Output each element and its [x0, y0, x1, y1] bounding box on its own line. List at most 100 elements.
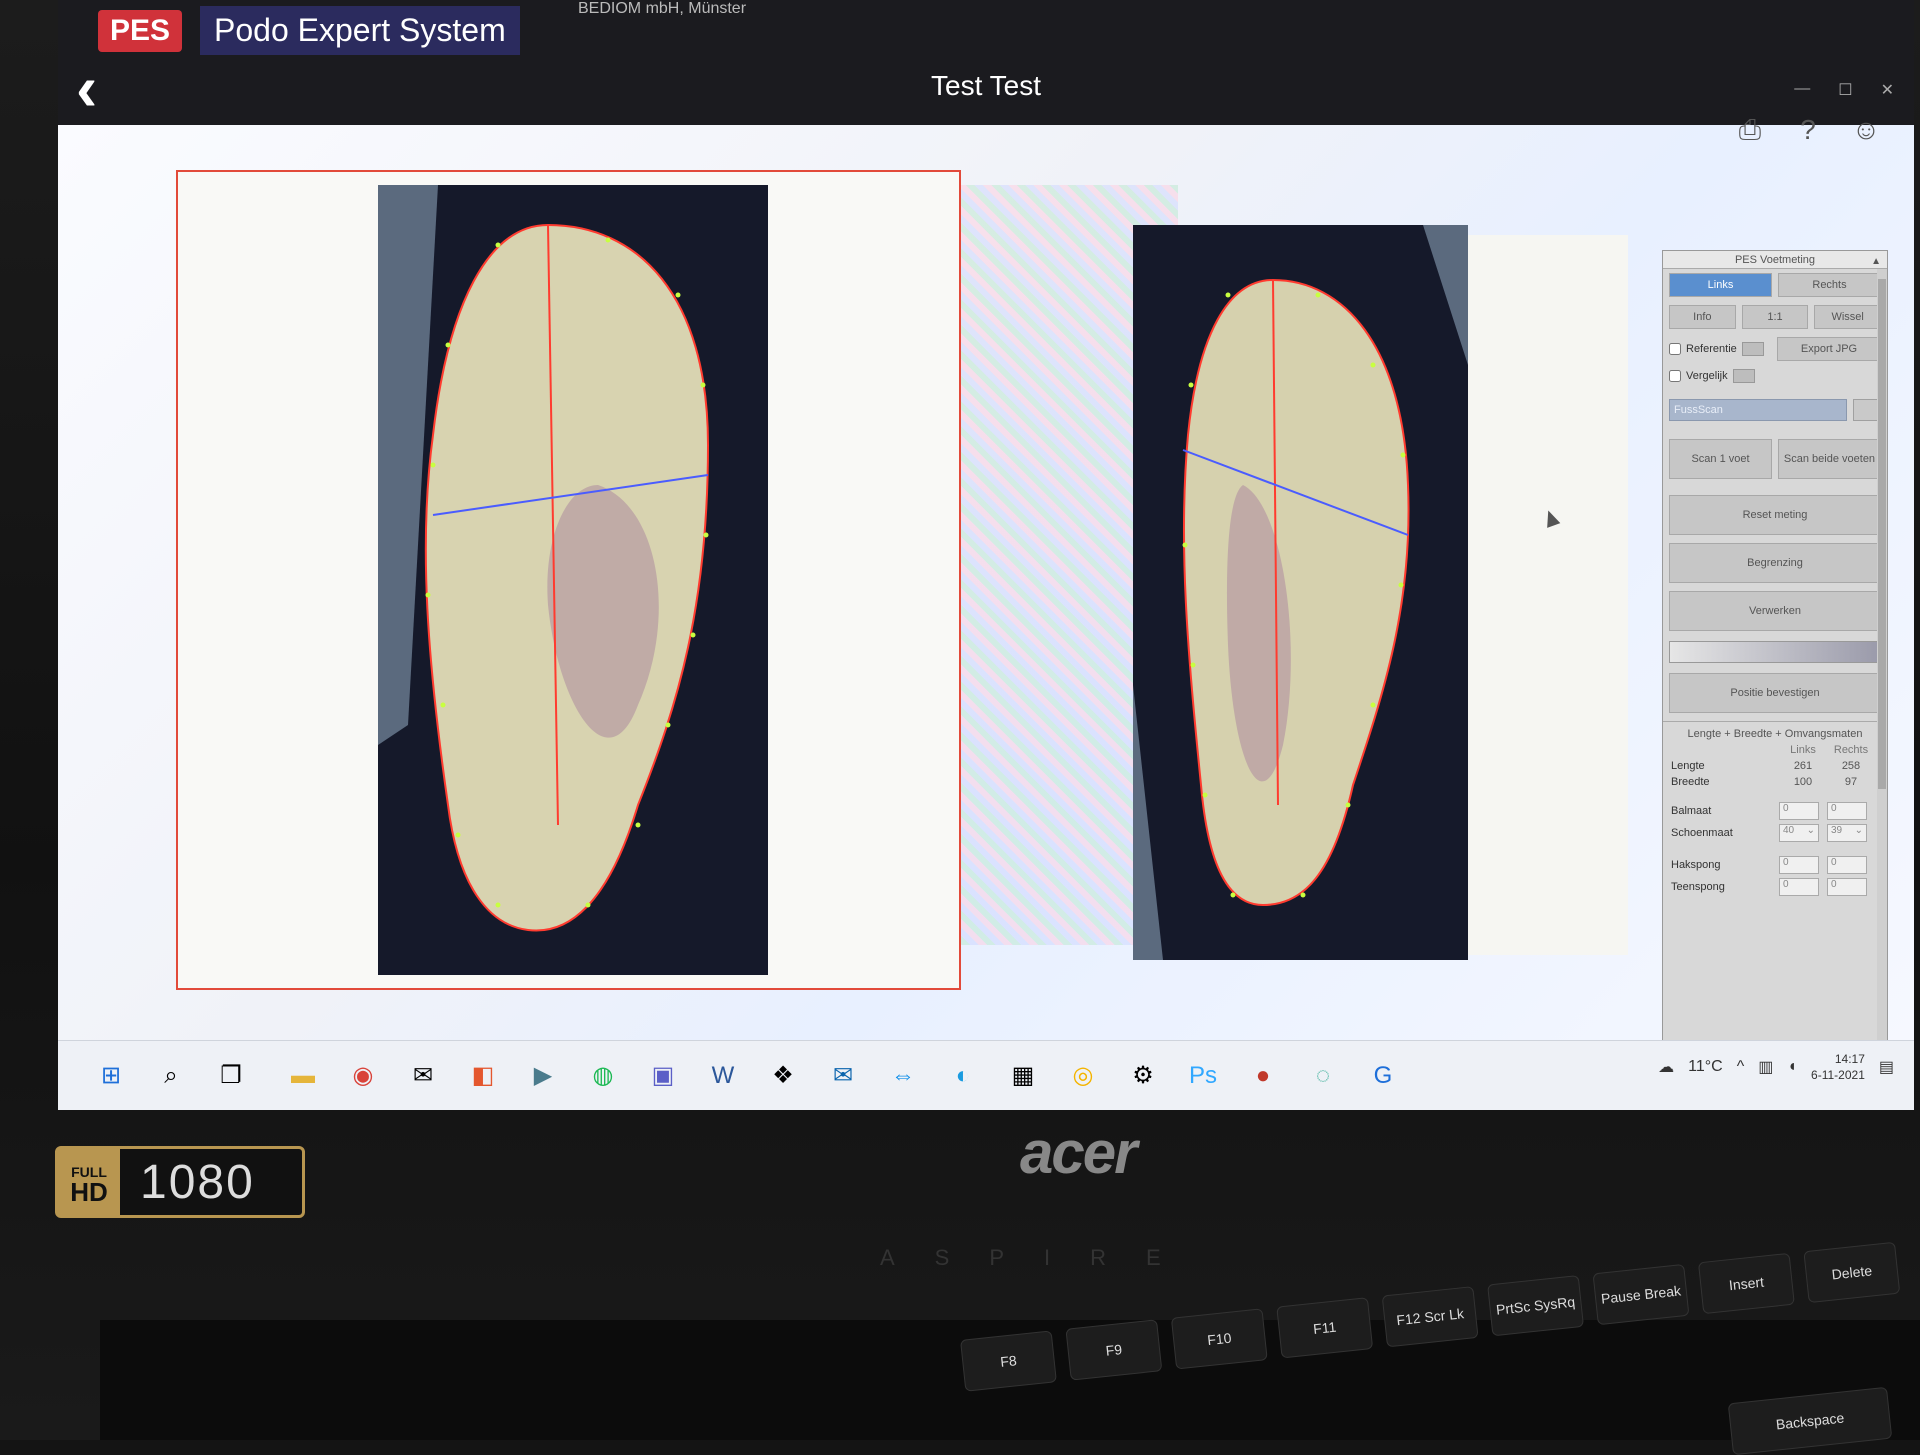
file-explorer-icon[interactable]: ▬	[284, 1057, 322, 1095]
col-links: Links	[1790, 744, 1816, 756]
measurements-header: Links Rechts	[1663, 742, 1887, 758]
chevron-down-icon: ⌄	[1806, 825, 1815, 836]
globe-app-icon[interactable]: ◌	[1304, 1057, 1342, 1095]
patient-title: Test Test	[931, 70, 1041, 101]
word-icon[interactable]: W	[704, 1057, 742, 1095]
referentie-checkbox[interactable]: Referentie	[1669, 337, 1771, 361]
dropbox-icon[interactable]: ❖	[764, 1057, 802, 1095]
tray-chevron-icon[interactable]: ^	[1737, 1058, 1745, 1076]
progress-bar	[1669, 641, 1881, 663]
panel-title: PES Voetmeting ▲	[1663, 251, 1887, 269]
mail-app-icon[interactable]: ✉	[404, 1057, 442, 1095]
scale-button[interactable]: 1:1	[1741, 305, 1809, 329]
teamviewer-icon[interactable]: ⇔	[884, 1057, 922, 1095]
close-icon[interactable]: ✕	[1881, 80, 1894, 100]
verwerken-button[interactable]: Verwerken	[1669, 591, 1881, 631]
screen: PES Podo Expert System BEDIOM mbH, Münst…	[58, 0, 1914, 1110]
maximize-icon[interactable]: ☐	[1838, 80, 1852, 100]
vergelijk-color[interactable]	[1732, 369, 1755, 383]
scan-one-foot-button[interactable]: Scan 1 voet	[1669, 439, 1772, 479]
key-prtsc: PrtSc SysRq	[1487, 1274, 1585, 1337]
lengte-left-value: 261	[1793, 760, 1813, 772]
vergelijk-check[interactable]	[1669, 370, 1681, 382]
windows-start-icon[interactable]: ⊞	[92, 1057, 130, 1095]
hakspong-left-input[interactable]: 0	[1779, 856, 1819, 874]
resolution-text: 1080	[140, 1155, 255, 1209]
measurement-row-breedte: Breedte 100 97	[1663, 774, 1887, 790]
schoenmaat-left-select[interactable]: 40 ⌄	[1779, 824, 1819, 842]
key-f10: F10	[1170, 1308, 1268, 1370]
begrenzing-button[interactable]: Begrenzing	[1669, 543, 1881, 583]
panel-scrollbar[interactable]	[1877, 269, 1887, 1079]
teenspong-left-input[interactable]: 0	[1779, 878, 1819, 896]
tab-rechts[interactable]: Rechts	[1778, 273, 1881, 297]
volume-icon[interactable]: ◖	[1787, 1058, 1797, 1076]
scrollbar-thumb[interactable]	[1878, 279, 1886, 789]
weather-icon[interactable]: ☁	[1658, 1057, 1674, 1077]
hakspong-right-input[interactable]: 0	[1827, 856, 1867, 874]
scan-profile-field[interactable]: FussScan	[1669, 399, 1847, 421]
task-view-icon[interactable]: ❐	[212, 1057, 250, 1095]
lengte-right-value: 258	[1841, 760, 1861, 772]
help-icon[interactable]: ?	[1790, 112, 1826, 148]
reset-meting-button[interactable]: Reset meting	[1669, 495, 1881, 535]
photoshop-icon[interactable]: Ps	[1184, 1057, 1222, 1095]
referentie-check[interactable]	[1669, 343, 1681, 355]
wissel-button[interactable]: Wissel	[1814, 305, 1882, 329]
temperature[interactable]: 11°C	[1688, 1058, 1723, 1076]
red-app-icon[interactable]: ●	[1244, 1057, 1282, 1095]
office-icon[interactable]: ◧	[464, 1057, 502, 1095]
balmaat-left-input[interactable]: 0	[1779, 802, 1819, 820]
export-jpg-button[interactable]: Export JPG	[1777, 337, 1881, 361]
full-hd-label: FULL HD	[58, 1149, 120, 1215]
left-foot-outline	[378, 185, 710, 932]
chrome-icon[interactable]: ◉	[344, 1057, 382, 1095]
key-f9: F9	[1065, 1319, 1163, 1381]
teenspong-right-input[interactable]: 0	[1827, 878, 1867, 896]
schoenmaat-right-value: 39	[1831, 825, 1843, 836]
measurement-row-balmaat: Balmaat 0 0	[1663, 800, 1887, 822]
media-player-icon[interactable]: ▶	[524, 1057, 562, 1095]
clock-date: 6-11-2021	[1811, 1068, 1865, 1082]
chrome-alt-icon[interactable]: ◎	[1064, 1057, 1102, 1095]
referentie-label: Referentie	[1686, 343, 1737, 355]
referentie-color[interactable]	[1741, 342, 1764, 356]
system-tray: ☁ 11°C ^ ▥ ◖ 14:17 6-11-2021 ▤	[1658, 1051, 1894, 1083]
store-icon[interactable]: ▦	[1004, 1057, 1042, 1095]
schoenmaat-right-select[interactable]: 39 ⌄	[1827, 824, 1867, 842]
settings-gear-icon[interactable]: ⚙	[1124, 1057, 1162, 1095]
key-insert: Insert	[1697, 1252, 1795, 1315]
network-icon[interactable]: ▥	[1758, 1057, 1773, 1077]
info-button[interactable]: Info	[1669, 305, 1736, 329]
key-pause: Pause Break	[1592, 1263, 1690, 1326]
positie-bevestigen-button[interactable]: Positie bevestigen	[1669, 673, 1881, 713]
pes-app-icon[interactable]: G	[1364, 1057, 1402, 1095]
breedte-right-value: 97	[1844, 776, 1858, 788]
teams-icon[interactable]: ▣	[644, 1057, 682, 1095]
chevron-down-icon: ⌄	[1854, 825, 1863, 836]
measurement-row-teenspong: Teenspong 0 0	[1663, 876, 1887, 898]
search-icon[interactable]: ⌕	[152, 1057, 190, 1095]
left-foot-scan[interactable]	[378, 185, 768, 975]
scan-both-feet-button[interactable]: Scan beide voeten	[1778, 439, 1881, 479]
vergelijk-checkbox[interactable]: Vergelijk	[1669, 369, 1772, 383]
outlook-icon[interactable]: ✉	[824, 1057, 862, 1095]
key-f12: F12 Scr Lk	[1381, 1286, 1479, 1348]
printer-icon[interactable]: ⎙	[1732, 112, 1768, 148]
clock[interactable]: 14:17 6-11-2021	[1811, 1051, 1865, 1083]
edge-icon[interactable]: ◐	[944, 1057, 982, 1095]
spotify-icon[interactable]: ◍	[584, 1057, 622, 1095]
notifications-icon[interactable]: ▤	[1879, 1057, 1894, 1077]
minimize-icon[interactable]: —	[1794, 80, 1810, 100]
laptop: PES Podo Expert System BEDIOM mbH, Münst…	[0, 0, 1920, 1455]
app-toolbar: ⎙ ? ☺	[1732, 112, 1884, 148]
windows-taskbar: ⊞ ⌕ ❐ ▬ ◉ ✉ ◧ ▶ ◍ ▣ W ❖ ✉ ⇔ ◐ ▦ ◎ ⚙ Ps ●…	[58, 1040, 1914, 1110]
company-note: BEDIOM mbH, Münster	[578, 0, 747, 17]
col-rechts: Rechts	[1833, 744, 1869, 756]
balmaat-right-input[interactable]: 0	[1827, 802, 1867, 820]
app-title-bar: PES Podo Expert System BEDIOM mbH, Münst…	[58, 0, 1914, 125]
vergelijk-label: Vergelijk	[1686, 370, 1728, 382]
user-icon[interactable]: ☺	[1848, 112, 1884, 148]
tab-links[interactable]: Links	[1669, 273, 1772, 297]
right-foot-scan[interactable]	[1133, 225, 1468, 960]
